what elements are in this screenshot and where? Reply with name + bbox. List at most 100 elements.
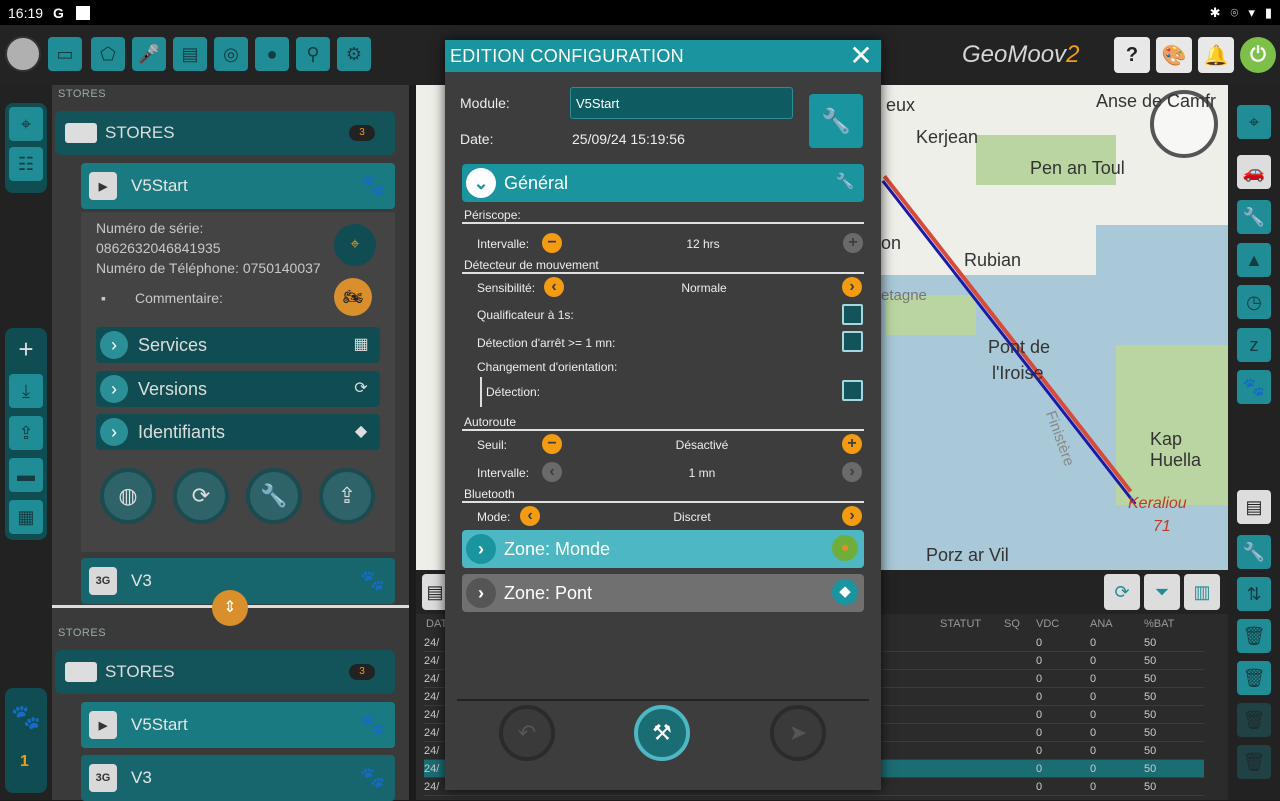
close-icon[interactable]: ✕	[847, 41, 875, 71]
download-icon[interactable]: ⤓	[9, 374, 43, 408]
qualifier-checkbox[interactable]	[842, 304, 863, 325]
map-label: Kerjean	[916, 127, 979, 147]
locate-icon[interactable]: ⌖	[334, 224, 376, 266]
database-icon[interactable]: ◎	[214, 37, 248, 71]
store-count-badge: 3	[349, 664, 375, 680]
paw-icon[interactable]: 🐾	[360, 173, 385, 198]
device-icon: ▶	[89, 711, 117, 739]
trash-icon[interactable]: 🗑	[1237, 619, 1271, 653]
trash-list-icon[interactable]: 🗑	[1237, 661, 1271, 695]
paw-icon[interactable]: 🐾	[360, 712, 385, 737]
microphone-icon[interactable]: 🎤	[132, 37, 166, 71]
detection-checkbox[interactable]	[842, 380, 863, 401]
section-general[interactable]: ⌄ Général 🔧	[462, 164, 864, 202]
col-header-sq[interactable]: SQ	[1004, 618, 1020, 630]
folder-icon[interactable]: ▬	[9, 458, 43, 492]
palette-icon[interactable]: 🎨	[1156, 37, 1192, 73]
refresh-icon[interactable]: ⟳	[1104, 574, 1140, 610]
map-pin-icon[interactable]: ⌖	[1237, 105, 1271, 139]
help-button[interactable]: ?	[1114, 37, 1150, 73]
trash-disabled-icon: 🗑	[1237, 745, 1271, 779]
alarm-icon[interactable]: ◷	[1237, 285, 1271, 319]
map-label: 71	[1153, 518, 1171, 535]
filter-icon[interactable]: ⏷	[1144, 574, 1180, 610]
map-label: Pen an Toul	[1030, 158, 1125, 178]
periscope-interval-value: 12 hrs	[686, 237, 720, 251]
upload-icon[interactable]: ⇪	[9, 416, 43, 450]
threshold-minus-button[interactable]: −	[542, 434, 562, 454]
map-label: Anse de Camfr	[1096, 91, 1217, 111]
user-icon[interactable]: ●	[255, 37, 289, 71]
paw-icon[interactable]: 🐾	[360, 765, 385, 790]
stores-icon[interactable]: ▭	[48, 37, 82, 71]
map-label: Keraliou	[1128, 495, 1187, 512]
wrench-action-button[interactable]: 🔧	[246, 468, 302, 524]
wrench-icon[interactable]: 🔧	[1237, 535, 1271, 569]
bluetooth-prev-button[interactable]: ‹	[520, 506, 540, 526]
sensitivity-label: Sensibilité:	[477, 281, 536, 295]
tools-icon[interactable]: 🔧	[809, 94, 863, 148]
col-header-vdc[interactable]: VDC	[1036, 618, 1059, 630]
sleep-icon[interactable]: z	[1237, 328, 1271, 362]
sensitivity-next-button[interactable]: ›	[842, 277, 862, 297]
section-zone-pont[interactable]: › Zone: Pont ◆	[462, 574, 864, 612]
sync-action-button[interactable]: ⟳	[173, 468, 229, 524]
sim-action-button[interactable]: ◍	[100, 468, 156, 524]
app-logo[interactable]	[5, 36, 41, 72]
menu-services[interactable]: › Services ▦	[96, 327, 380, 363]
zone-icon: ◆	[832, 579, 858, 605]
document-add-icon[interactable]: ▤	[1237, 490, 1271, 524]
add-icon[interactable]: +	[9, 332, 43, 366]
threshold-plus-button[interactable]: +	[842, 434, 862, 454]
wrench-icon[interactable]: 🔧	[1237, 200, 1271, 234]
lower-store-header[interactable]: STORES 3	[55, 650, 395, 694]
chevron-right-icon: ›	[100, 418, 128, 446]
chevron-right-icon: ›	[100, 375, 128, 403]
store-title: STORES	[105, 123, 175, 142]
chevron-down-icon: ⌄	[466, 168, 496, 198]
device-row-v5start[interactable]: ▶ V5Start 🐾	[81, 163, 395, 209]
upload-action-button[interactable]: ⇪	[319, 468, 375, 524]
swap-icon[interactable]: ⇅	[1237, 577, 1271, 611]
bluetooth-next-button[interactable]: ›	[842, 506, 862, 526]
lower-device-row-v5start[interactable]: ▶ V5Start 🐾	[81, 702, 395, 748]
highway-interval-prev-button: ‹	[542, 462, 562, 482]
sim-icon[interactable]: ▤	[173, 37, 207, 71]
menu-versions[interactable]: › Versions ⟳	[96, 371, 380, 407]
sensitivity-value: Normale	[681, 281, 727, 295]
section-zone-monde[interactable]: › Zone: Monde ●	[462, 530, 864, 568]
divider	[462, 222, 864, 224]
paw-icon[interactable]: 🐾	[9, 700, 43, 734]
search-icon[interactable]: ⚲	[296, 37, 330, 71]
sensitivity-prev-button[interactable]: ‹	[544, 277, 564, 297]
lower-device-row-v3[interactable]: 3G V3 🐾	[81, 755, 395, 801]
motorbike-icon[interactable]: 🏍	[334, 278, 372, 316]
settings-tools-button[interactable]: ⚒	[634, 705, 690, 761]
bell-icon[interactable]: 🔔	[1198, 37, 1234, 73]
settings-icon[interactable]: ⚙	[337, 37, 371, 71]
col-header-status[interactable]: STATUT	[940, 618, 981, 630]
menu-label: Versions	[138, 378, 208, 399]
store-header[interactable]: STORES 3	[55, 111, 395, 155]
power-icon[interactable]: ⏻	[1240, 37, 1276, 73]
tree-icon[interactable]: ☷	[9, 147, 43, 181]
siren-icon[interactable]: ▲	[1237, 243, 1271, 277]
document-icon[interactable]: ▦	[9, 500, 43, 534]
module-field[interactable]: V5Start	[570, 87, 793, 119]
map-pin-icon[interactable]: ⌖	[9, 107, 43, 141]
clock: 16:19	[8, 4, 44, 21]
menu-identifiants[interactable]: › Identifiants ◆	[96, 414, 380, 450]
geofence-icon[interactable]: ⬠	[91, 37, 125, 71]
columns-icon[interactable]: ▥	[1184, 574, 1220, 610]
split-handle-icon[interactable]: ⇕	[212, 590, 248, 626]
periscope-title: Périscope:	[464, 208, 521, 222]
col-header-bat[interactable]: %BAT	[1144, 618, 1174, 630]
paw-icon[interactable]: 🐾	[360, 568, 385, 593]
col-header-ana[interactable]: ANA	[1090, 618, 1113, 630]
paw-icon[interactable]: 🐾	[1237, 370, 1271, 404]
col-header-date[interactable]: DAT	[426, 618, 447, 630]
stop-detection-checkbox[interactable]	[842, 331, 863, 352]
car-add-icon[interactable]: 🚗	[1237, 155, 1271, 189]
threshold-value: Désactivé	[675, 438, 729, 452]
periscope-minus-button[interactable]: −	[542, 233, 562, 253]
